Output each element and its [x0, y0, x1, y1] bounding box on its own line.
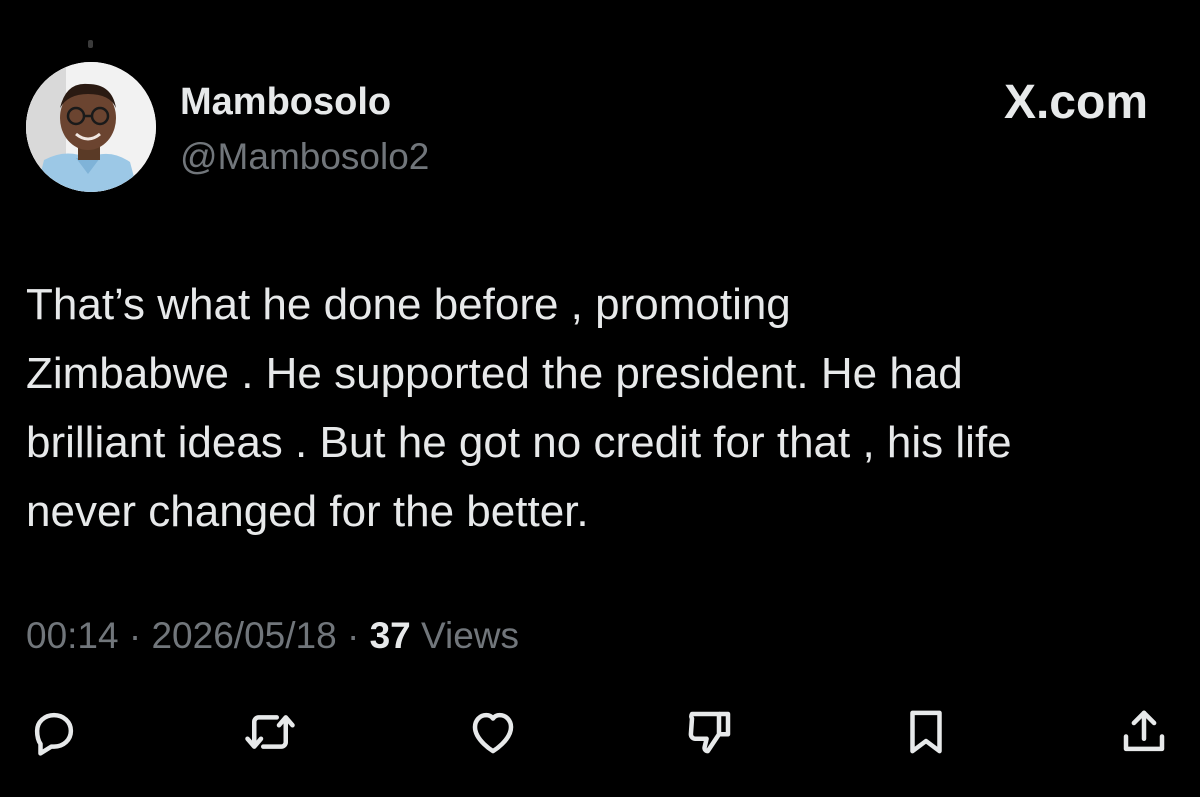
tweet-time[interactable]: 00:14: [26, 615, 119, 656]
share-icon: [1123, 710, 1165, 752]
retweet-button[interactable]: [238, 700, 302, 764]
views-count: 37: [369, 615, 411, 656]
reply-icon: [34, 712, 74, 756]
retweet-icon: [245, 715, 295, 749]
tweet-text: That’s what he done before , promoting Z…: [26, 280, 1012, 536]
user-handle[interactable]: @Mambosolo2: [180, 135, 429, 179]
dislike-icon: [688, 711, 731, 754]
dislike-button[interactable]: [678, 700, 742, 764]
meta-separator: ·: [128, 615, 142, 656]
views-label: Views: [421, 615, 520, 656]
tweet-date[interactable]: 2026/05/18: [151, 615, 336, 656]
avatar-image: [26, 62, 156, 192]
tweet-meta: 00:14 · 2026/05/18 · 37 Views: [26, 612, 519, 660]
meta-separator: ·: [346, 615, 360, 656]
brand-watermark: X.com: [1003, 76, 1148, 129]
bookmark-button[interactable]: [894, 700, 958, 764]
action-bar: [0, 700, 1200, 770]
bookmark-icon: [910, 710, 942, 754]
top-indicator: [88, 40, 93, 48]
like-icon: [472, 712, 514, 754]
reply-button[interactable]: [22, 700, 86, 764]
avatar[interactable]: [26, 62, 156, 192]
display-name[interactable]: Mambosolo: [180, 80, 391, 124]
share-button[interactable]: [1112, 700, 1176, 764]
like-button[interactable]: [461, 700, 525, 764]
